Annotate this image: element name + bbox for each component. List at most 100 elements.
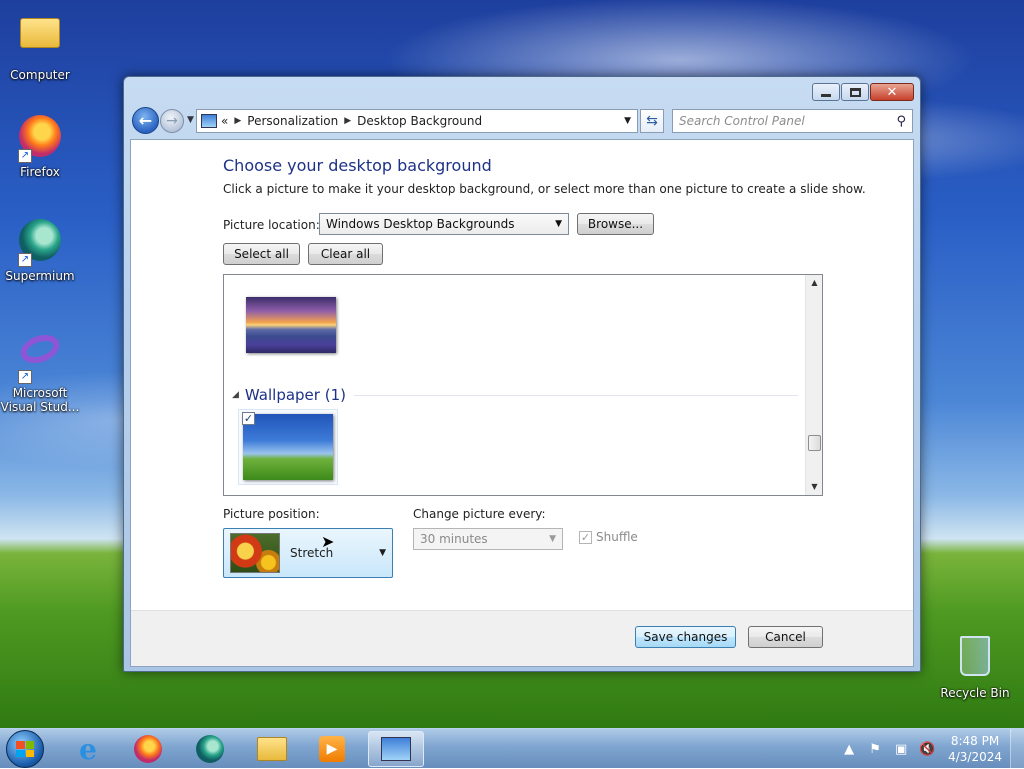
picture-location-dropdown[interactable]: Windows Desktop Backgrounds ▼ xyxy=(319,213,569,235)
collapse-triangle-icon[interactable]: ◢ xyxy=(232,390,239,400)
firefox-icon xyxy=(134,735,162,763)
network-icon[interactable]: ▣ xyxy=(891,742,911,757)
breadcrumb-personalization[interactable]: Personalization xyxy=(247,114,338,128)
scrollbar-thumb[interactable] xyxy=(808,435,821,451)
change-interval-value: 30 minutes xyxy=(420,532,488,546)
chevron-down-icon: ▼ xyxy=(379,548,386,558)
show-hidden-icons-icon[interactable]: ▲ xyxy=(839,742,859,757)
breadcrumb-desktop-background[interactable]: Desktop Background xyxy=(357,114,482,128)
dialog-footer: Save changes Cancel xyxy=(131,610,913,666)
change-interval-dropdown[interactable]: 30 minutes ▼ xyxy=(413,528,563,550)
forward-button[interactable]: → xyxy=(160,109,184,133)
bliss-wallpaper-thumbnail xyxy=(243,414,333,480)
picture-checkbox[interactable]: ✓ xyxy=(242,412,255,425)
refresh-icon: ⇆ xyxy=(646,113,658,129)
address-dropdown-icon[interactable]: ▼ xyxy=(624,116,631,126)
search-box[interactable]: Search Control Panel ⚲ xyxy=(672,109,913,133)
taskbar: e ▶ ▲ ⚑ ▣ 🔇 8:48 PM 4/3/2024 xyxy=(0,728,1024,769)
desktop-icon-label: Computer xyxy=(10,68,70,82)
volume-muted-icon[interactable]: 🔇 xyxy=(917,742,937,757)
chevron-down-icon: ▼ xyxy=(555,219,562,229)
media-player-icon: ▶ xyxy=(319,736,345,762)
address-bar[interactable]: « ▶ Personalization ▶ Desktop Background… xyxy=(196,109,638,133)
file-explorer-icon xyxy=(257,737,287,761)
close-icon: ✕ xyxy=(886,84,898,100)
recent-pages-dropdown[interactable]: ▼ xyxy=(187,115,194,125)
supermium-icon: ↗ xyxy=(16,219,64,267)
supermium-icon xyxy=(196,735,224,763)
page-description: Click a picture to make it your desktop … xyxy=(223,182,866,196)
refresh-button[interactable]: ⇆ xyxy=(640,109,664,133)
cancel-button[interactable]: Cancel xyxy=(748,626,823,648)
windows-logo-icon xyxy=(16,741,34,757)
desktop-icon-label: Microsoft Visual Stud... xyxy=(0,386,80,414)
browse-button[interactable]: Browse... xyxy=(577,213,654,235)
firefox-icon: ↗ xyxy=(16,115,64,163)
desktop-icon-recycle-bin[interactable]: Recycle Bin xyxy=(937,632,1013,700)
shuffle-option[interactable]: ✓ Shuffle xyxy=(579,530,638,544)
change-picture-label: Change picture every: xyxy=(413,507,546,521)
group-title: Wallpaper (1) xyxy=(244,386,346,404)
back-arrow-icon: ← xyxy=(138,111,153,130)
select-all-button[interactable]: Select all xyxy=(223,243,300,265)
desktop-icon-computer[interactable]: Computer xyxy=(2,8,78,82)
recycle-bin-icon xyxy=(951,636,999,684)
shortcut-arrow-icon: ↗ xyxy=(18,253,32,267)
taskbar-firefox[interactable] xyxy=(120,731,176,767)
back-button[interactable]: ← xyxy=(132,107,159,134)
picture-list-scrollbar[interactable]: ▲ ▼ xyxy=(805,275,822,495)
show-desktop-button[interactable] xyxy=(1010,729,1024,769)
notification-area: ▲ ⚑ ▣ 🔇 8:48 PM 4/3/2024 xyxy=(836,729,1024,769)
shortcut-arrow-icon: ↗ xyxy=(18,149,32,163)
control-panel-icon xyxy=(381,737,411,761)
desktop-icon-visual-studio[interactable]: ↗ Microsoft Visual Stud... xyxy=(0,328,80,414)
flower-preview-icon xyxy=(230,533,280,573)
save-changes-button[interactable]: Save changes xyxy=(635,626,736,648)
shuffle-checkbox[interactable]: ✓ xyxy=(579,530,592,544)
breadcrumb-chevron-icon[interactable]: ▶ xyxy=(234,116,241,126)
close-button[interactable]: ✕ xyxy=(870,83,914,101)
internet-explorer-icon: e xyxy=(79,732,97,766)
desktop-icon-supermium[interactable]: ↗ Supermium xyxy=(2,216,78,283)
taskbar-internet-explorer[interactable]: e xyxy=(60,731,116,767)
content-pane: Choose your desktop background Click a p… xyxy=(130,139,914,667)
action-center-flag-icon[interactable]: ⚑ xyxy=(865,742,885,757)
taskbar-media-player[interactable]: ▶ xyxy=(304,731,360,767)
picture-position-label: Picture position: xyxy=(223,507,320,521)
start-button[interactable] xyxy=(6,730,44,768)
taskbar-file-explorer[interactable] xyxy=(244,731,300,767)
scroll-up-icon[interactable]: ▲ xyxy=(806,275,822,291)
clear-all-button[interactable]: Clear all xyxy=(308,243,383,265)
desktop-icon-firefox[interactable]: ↗ Firefox xyxy=(2,112,78,179)
address-overflow[interactable]: « xyxy=(221,114,228,128)
chevron-down-icon: ▼ xyxy=(549,534,556,544)
search-placeholder: Search Control Panel xyxy=(679,114,805,128)
computer-folder-icon xyxy=(16,18,64,66)
scroll-down-icon[interactable]: ▼ xyxy=(806,479,822,495)
system-clock[interactable]: 8:48 PM 4/3/2024 xyxy=(940,733,1010,765)
breadcrumb-chevron-icon[interactable]: ▶ xyxy=(344,116,351,126)
visual-studio-icon: ↗ xyxy=(16,329,64,384)
window-controls: ✕ xyxy=(812,83,914,101)
clock-date: 4/3/2024 xyxy=(948,750,1002,764)
mouse-cursor-icon: ➤ xyxy=(321,532,335,551)
clock-time: 8:48 PM xyxy=(950,734,1000,748)
navigation-bar: ← → ▼ « ▶ Personalization ▶ Desktop Back… xyxy=(130,107,913,135)
chevron-down-icon: ▼ xyxy=(187,115,194,125)
maximize-icon xyxy=(849,87,861,97)
group-divider xyxy=(353,394,798,396)
taskbar-control-panel[interactable] xyxy=(368,731,424,767)
group-header-wallpaper[interactable]: ◢ Wallpaper (1) xyxy=(232,385,798,405)
control-panel-icon xyxy=(201,114,217,128)
taskbar-supermium[interactable] xyxy=(182,731,238,767)
sunset-lake-thumbnail xyxy=(246,297,336,353)
search-icon[interactable]: ⚲ xyxy=(896,114,906,129)
desktop-icon-label: Supermium xyxy=(5,269,75,283)
picture-position-dropdown[interactable]: Stretch ▼ xyxy=(223,528,393,578)
picture-item-sunset[interactable] xyxy=(242,293,340,357)
desktop-background-window: ✕ ← → ▼ « ▶ Personalization ▶ Desktop Ba… xyxy=(123,76,921,672)
maximize-button[interactable] xyxy=(841,83,869,101)
minimize-icon xyxy=(821,93,831,97)
minimize-button[interactable] xyxy=(812,83,840,101)
desktop-icon-label: Firefox xyxy=(20,165,60,179)
